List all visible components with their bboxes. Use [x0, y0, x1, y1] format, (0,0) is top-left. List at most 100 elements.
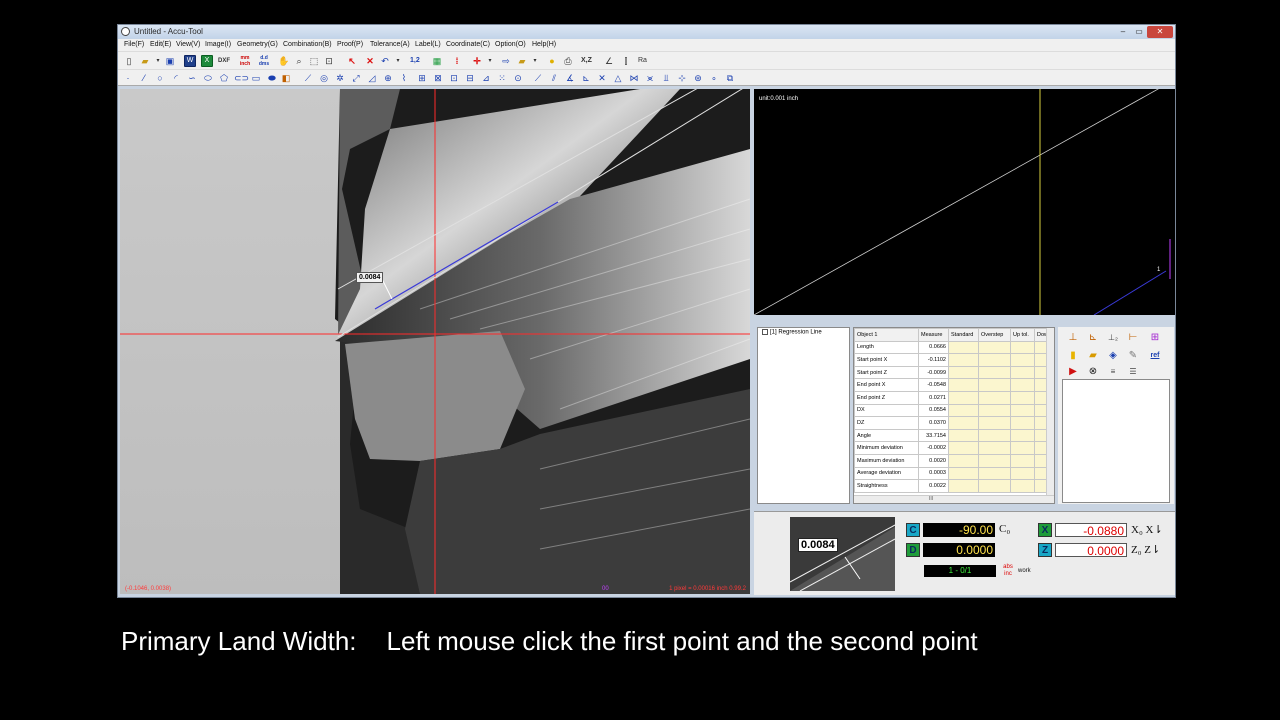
- table-row[interactable]: Start point Z -0.0099: [854, 365, 1053, 380]
- menu-help[interactable]: Help(H): [532, 41, 556, 48]
- row-up-tol[interactable]: [1010, 441, 1035, 455]
- cad-graph-view[interactable]: unit:0.001 inch 1: [754, 89, 1176, 315]
- row-overstep[interactable]: [978, 340, 1011, 355]
- save-icon[interactable]: ▣: [164, 55, 176, 67]
- row-overstep[interactable]: [978, 353, 1011, 367]
- row-up-tol[interactable]: [1010, 365, 1035, 380]
- note-icon[interactable]: ▮: [1066, 349, 1080, 363]
- distance-icon[interactable]: ⊹: [676, 72, 688, 84]
- crosshair-dropdown-icon[interactable]: ▾: [484, 55, 496, 67]
- circle-point-icon[interactable]: ∘: [708, 72, 720, 84]
- table-row[interactable]: Start point X -0.1102: [854, 353, 1053, 367]
- abs-inc-toggle-icon[interactable]: abs inc: [1002, 564, 1014, 578]
- row-overstep[interactable]: [978, 416, 1011, 430]
- open-folder-icon[interactable]: ▰: [139, 55, 151, 67]
- checkbox-icon[interactable]: [762, 329, 768, 335]
- menu-view[interactable]: View(V): [176, 41, 200, 48]
- list-one-icon[interactable]: ≡: [1106, 365, 1120, 379]
- row-up-tol[interactable]: [1010, 378, 1035, 392]
- new-file-icon[interactable]: ▯: [123, 55, 135, 67]
- magnify-edge-icon[interactable]: ⊕: [382, 72, 394, 84]
- zoom-window-icon[interactable]: ⬚: [308, 55, 320, 67]
- light-icon[interactable]: ●: [546, 55, 558, 67]
- row-standard[interactable]: [948, 466, 979, 481]
- menu-image[interactable]: Image(I): [205, 41, 231, 48]
- box-line-icon[interactable]: ⊠: [432, 72, 444, 84]
- row-overstep[interactable]: [978, 428, 1011, 443]
- dxf-export-button[interactable]: DXF: [218, 55, 230, 67]
- row-up-tol[interactable]: [1010, 466, 1035, 481]
- table-row[interactable]: Maximum deviation 0.0020: [854, 453, 1053, 468]
- edge-find-icon[interactable]: ◧: [280, 72, 292, 84]
- axis-icon[interactable]: ⊥: [1066, 331, 1080, 345]
- tangent-line-icon[interactable]: ⟋: [532, 72, 544, 84]
- perpendicular-icon[interactable]: ⊾: [580, 72, 592, 84]
- row-up-tol[interactable]: [1010, 428, 1035, 443]
- row-standard[interactable]: [948, 378, 979, 392]
- row-standard[interactable]: [948, 390, 979, 405]
- row-up-tol[interactable]: [1010, 353, 1035, 367]
- list-two-icon[interactable]: ☰: [1126, 365, 1140, 379]
- menu-file[interactable]: File(F): [124, 41, 144, 48]
- scroll-thumb[interactable]: III: [929, 496, 933, 502]
- cube-icon[interactable]: ◈: [1106, 349, 1120, 363]
- play-icon[interactable]: ▶: [1066, 365, 1080, 379]
- row-up-tol[interactable]: [1010, 403, 1035, 418]
- row-overstep[interactable]: [978, 365, 1011, 380]
- fit-view-icon[interactable]: ⊡: [323, 55, 335, 67]
- ellipse-icon[interactable]: ⬭: [202, 72, 214, 84]
- origin-icon[interactable]: ⊾: [1086, 331, 1100, 345]
- excel-export-icon[interactable]: X: [201, 55, 213, 67]
- export-icon[interactable]: ⇨: [500, 55, 512, 67]
- x-zero-buttons[interactable]: X₀ X⇂: [1131, 523, 1163, 536]
- word-export-icon[interactable]: W: [184, 55, 196, 67]
- select-delete-icon[interactable]: ↖: [346, 55, 358, 67]
- row-up-tol[interactable]: [1010, 390, 1035, 405]
- tools-icon[interactable]: ✎: [1126, 349, 1140, 363]
- table-row[interactable]: DX 0.0554: [854, 403, 1053, 418]
- keyhole-icon[interactable]: ⬬: [266, 72, 278, 84]
- graph-canvas[interactable]: [754, 89, 1176, 315]
- printer-icon[interactable]: ⎙: [562, 55, 574, 67]
- table-row[interactable]: Angle 33.7154: [854, 428, 1053, 443]
- action-list[interactable]: [1062, 379, 1170, 503]
- box-circle-icon[interactable]: ⊡: [448, 72, 460, 84]
- row-standard[interactable]: [948, 441, 979, 455]
- table-row[interactable]: End point Z 0.0271: [854, 390, 1053, 405]
- rotate-coord-icon[interactable]: ⊞: [1148, 331, 1162, 345]
- menu-tolerance[interactable]: Tolerance(A): [370, 41, 410, 48]
- delete-icon[interactable]: ✕: [364, 55, 376, 67]
- arc-icon[interactable]: ◜: [170, 72, 182, 84]
- intersect-angle-icon[interactable]: ∡: [564, 72, 576, 84]
- zoom-icon[interactable]: ⌕: [293, 55, 305, 67]
- row-standard[interactable]: [948, 479, 979, 493]
- table-row[interactable]: Average deviation 0.0003: [854, 466, 1053, 481]
- row-standard[interactable]: [948, 428, 979, 443]
- row-up-tol[interactable]: [1010, 340, 1035, 355]
- tolerance-icon[interactable]: ⫫: [660, 72, 672, 84]
- menu-edit[interactable]: Edit(E): [150, 41, 171, 48]
- row-standard[interactable]: [948, 365, 979, 380]
- point-icon[interactable]: ·: [122, 72, 134, 84]
- row-overstep[interactable]: [978, 453, 1011, 468]
- rect-icon[interactable]: ▭: [250, 72, 262, 84]
- auto-circle-icon[interactable]: ◎: [318, 72, 330, 84]
- datum-icon[interactable]: ⊥₂: [1106, 331, 1120, 345]
- cancel-icon[interactable]: ⊗: [1086, 365, 1100, 379]
- box-angle-icon[interactable]: ⊿: [480, 72, 492, 84]
- pan-hand-icon[interactable]: ✋: [278, 55, 290, 67]
- spline-icon[interactable]: ∽: [186, 72, 198, 84]
- folder-open-icon[interactable]: ▰: [1086, 349, 1100, 363]
- offset-icon[interactable]: ⧉: [724, 72, 736, 84]
- tree-item-regression-line[interactable]: [1] Regression Line: [762, 329, 822, 336]
- regression-icon[interactable]: ⤢: [350, 72, 362, 84]
- multi-circle-icon[interactable]: ⊛: [692, 72, 704, 84]
- camera-image[interactable]: [120, 89, 750, 594]
- menu-geometry[interactable]: Geometry(G): [237, 41, 278, 48]
- angle-icon[interactable]: ∠: [603, 55, 615, 67]
- gear-icon[interactable]: ✲: [334, 72, 346, 84]
- row-overstep[interactable]: [978, 403, 1011, 418]
- c-zero-button[interactable]: C₀: [999, 523, 1010, 535]
- close-button[interactable]: ✕: [1147, 26, 1173, 38]
- edge-angle-icon[interactable]: ◿: [366, 72, 378, 84]
